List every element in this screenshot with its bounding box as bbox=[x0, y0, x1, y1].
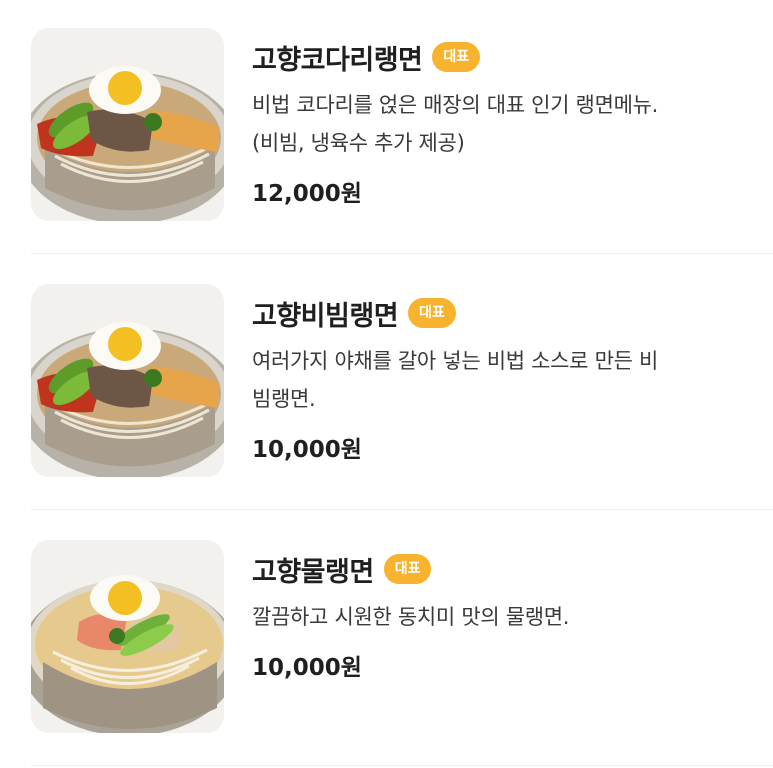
item-name: 고향코다리랭면 bbox=[252, 44, 423, 76]
title-row: 고향비빔랭면 대표 bbox=[252, 292, 762, 334]
description-line: (비빔, 냉육수 추가 제공) bbox=[252, 131, 465, 155]
signature-badge: 대표 bbox=[383, 554, 432, 584]
item-price: 10,000원 bbox=[252, 437, 362, 463]
bibim-naengmyeon-photo[interactable] bbox=[31, 284, 224, 477]
description-line: 깔끔하고 시원한 동치미 맛의 물랭면. bbox=[252, 605, 570, 629]
item-description: 여러가지 야채를 갈아 넣는 비법 소스로 만든 비 빔랭면. bbox=[252, 342, 762, 418]
menu-item-info: 고향코다리랭면 대표 비법 코다리를 얹은 매장의 대표 인기 랭면메뉴. (비… bbox=[252, 36, 762, 208]
signature-badge: 대표 bbox=[432, 42, 481, 72]
item-description: 깔끔하고 시원한 동치미 맛의 물랭면. bbox=[252, 598, 762, 636]
bibim-naengmyeon-photo[interactable] bbox=[31, 28, 224, 221]
item-price: 12,000원 bbox=[252, 181, 362, 207]
menu-list: 고향코다리랭면 대표 비법 코다리를 얹은 매장의 대표 인기 랭면메뉴. (비… bbox=[0, 0, 773, 768]
menu-item[interactable]: 고향비빔랭면 대표 여러가지 야채를 갈아 넣는 비법 소스로 만든 비 빔랭면… bbox=[0, 256, 773, 512]
item-name: 고향비빔랭면 bbox=[252, 300, 399, 332]
menu-item[interactable]: 고향코다리랭면 대표 비법 코다리를 얹은 매장의 대표 인기 랭면메뉴. (비… bbox=[0, 0, 773, 256]
title-row: 고향코다리랭면 대표 bbox=[252, 36, 762, 78]
menu-item-info: 고향물랭면 대표 깔끔하고 시원한 동치미 맛의 물랭면. 10,000원 bbox=[252, 548, 762, 682]
menu-item[interactable]: 고향물랭면 대표 깔끔하고 시원한 동치미 맛의 물랭면. 10,000원 bbox=[0, 512, 773, 768]
signature-badge: 대표 bbox=[408, 298, 456, 328]
menu-item-info: 고향비빔랭면 대표 여러가지 야채를 갈아 넣는 비법 소스로 만든 비 빔랭면… bbox=[252, 292, 762, 464]
divider bbox=[31, 765, 773, 766]
description-line: 빔랭면. bbox=[252, 387, 316, 411]
description-line: 비법 코다리를 얹은 매장의 대표 인기 랭면메뉴. bbox=[252, 93, 659, 117]
divider bbox=[31, 509, 773, 510]
divider bbox=[31, 253, 773, 254]
item-description: 비법 코다리를 얹은 매장의 대표 인기 랭면메뉴. (비빔, 냉육수 추가 제… bbox=[252, 86, 762, 162]
item-name: 고향물랭면 bbox=[252, 556, 374, 588]
mul-naengmyeon-photo[interactable] bbox=[31, 540, 224, 733]
title-row: 고향물랭면 대표 bbox=[252, 548, 762, 590]
description-line: 여러가지 야채를 갈아 넣는 비법 소스로 만든 비 bbox=[252, 349, 659, 373]
item-price: 10,000원 bbox=[252, 655, 362, 681]
